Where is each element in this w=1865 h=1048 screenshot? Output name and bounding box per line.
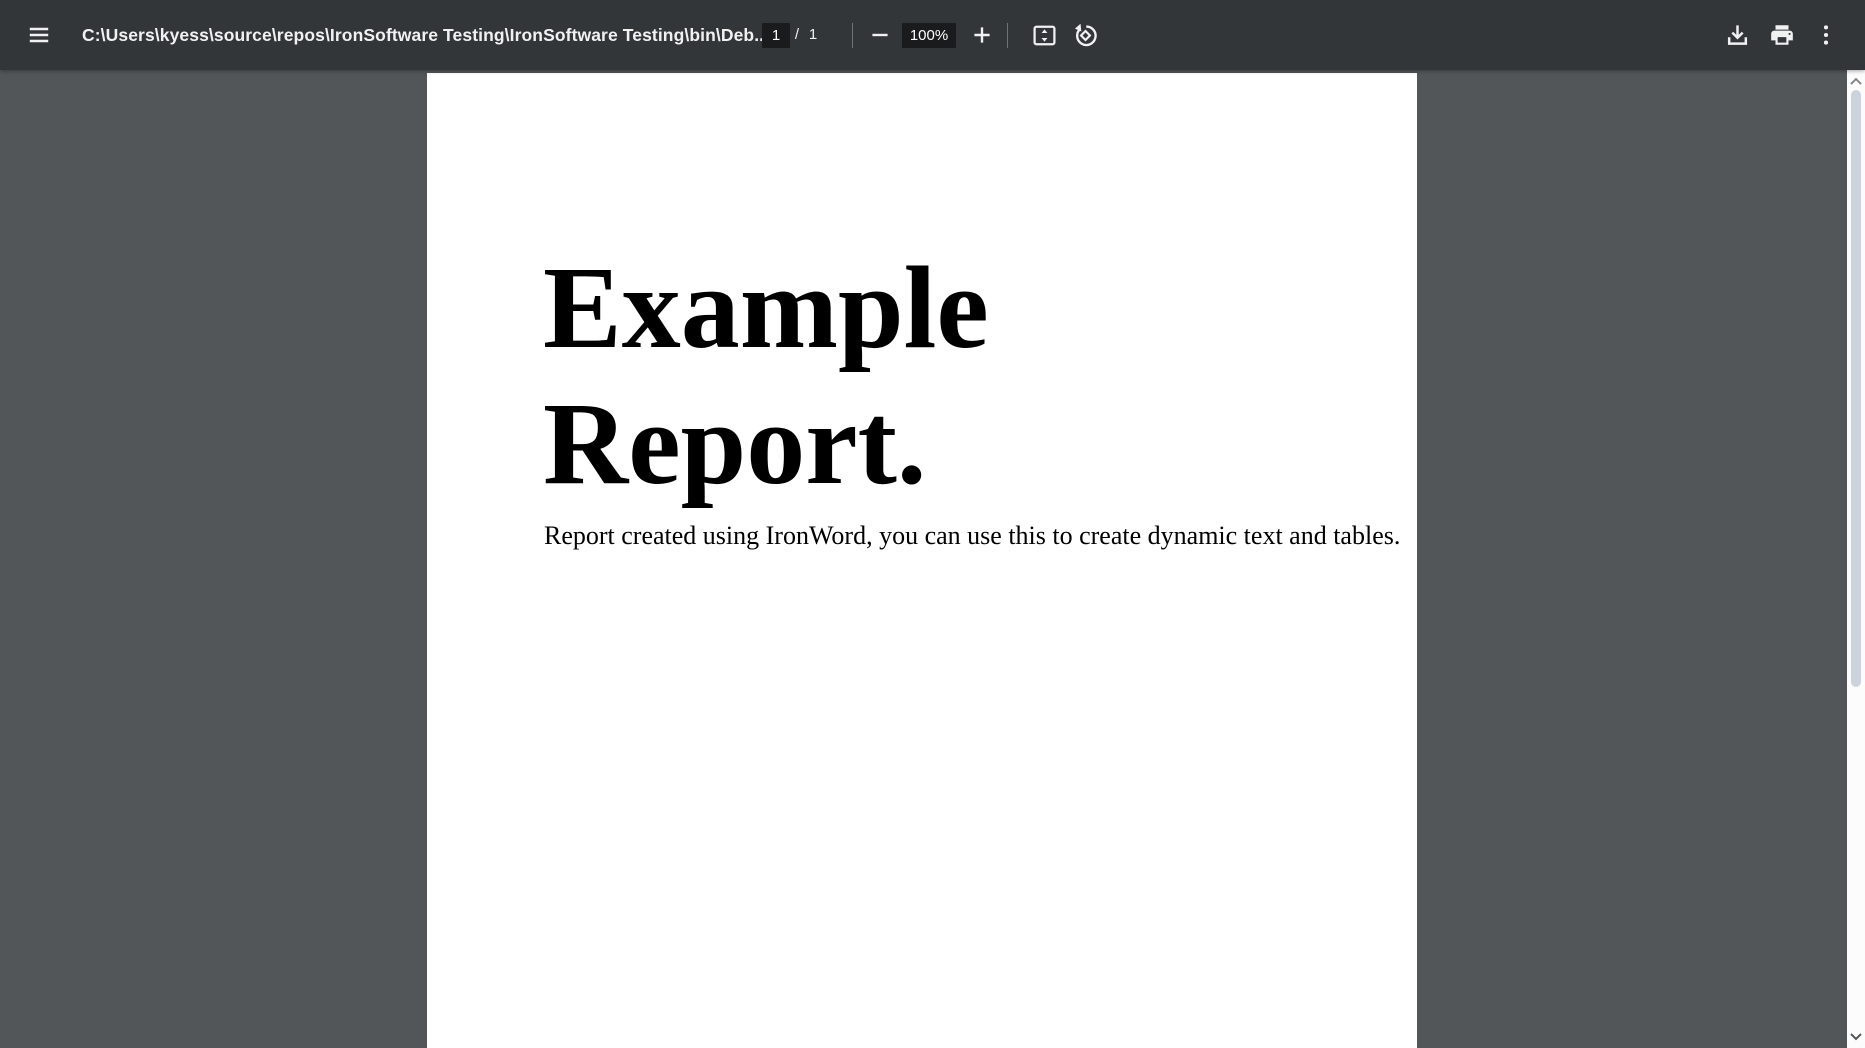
scroll-up-button[interactable]: [1847, 72, 1865, 90]
toolbar-divider: [852, 23, 853, 48]
download-button[interactable]: [1720, 18, 1754, 52]
download-icon: [1724, 22, 1751, 49]
vertical-scrollbar[interactable]: [1847, 70, 1865, 1048]
pdf-page: Example Report. Report created using Iro…: [427, 73, 1417, 1048]
menu-button[interactable]: [22, 18, 56, 52]
zoom-out-button[interactable]: [863, 18, 897, 52]
more-options-button[interactable]: [1809, 18, 1843, 52]
toolbar-divider: [1007, 23, 1008, 48]
scrollbar-thumb[interactable]: [1851, 90, 1861, 687]
fit-page-icon: [1031, 22, 1058, 49]
zoom-level-field[interactable]: 100%: [902, 23, 956, 48]
page-separator: /: [791, 0, 803, 70]
rotate-counterclockwise-button[interactable]: [1068, 18, 1102, 52]
zoom-in-button[interactable]: [965, 18, 999, 52]
scroll-down-button[interactable]: [1847, 1028, 1865, 1046]
chevron-up-icon: [1849, 74, 1863, 89]
document-heading: Example Report.: [543, 240, 1333, 512]
page-number-input[interactable]: [762, 23, 790, 48]
print-button[interactable]: [1765, 18, 1799, 52]
hamburger-icon: [26, 22, 52, 48]
chevron-down-icon: [1849, 1030, 1863, 1045]
fit-to-page-button[interactable]: [1027, 18, 1061, 52]
pdf-toolbar: C:\Users\kyess\source\repos\IronSoftware…: [0, 0, 1865, 70]
printer-icon: [1769, 22, 1795, 48]
page-count: 1: [805, 0, 821, 70]
rotate-ccw-icon: [1072, 22, 1099, 49]
minus-icon: [867, 22, 893, 48]
kebab-menu-icon: [1813, 22, 1839, 48]
document-paragraph: Report created using IronWord, you can u…: [544, 521, 1304, 551]
document-path-title: C:\Users\kyess\source\repos\IronSoftware…: [82, 0, 769, 70]
plus-icon: [969, 22, 995, 48]
